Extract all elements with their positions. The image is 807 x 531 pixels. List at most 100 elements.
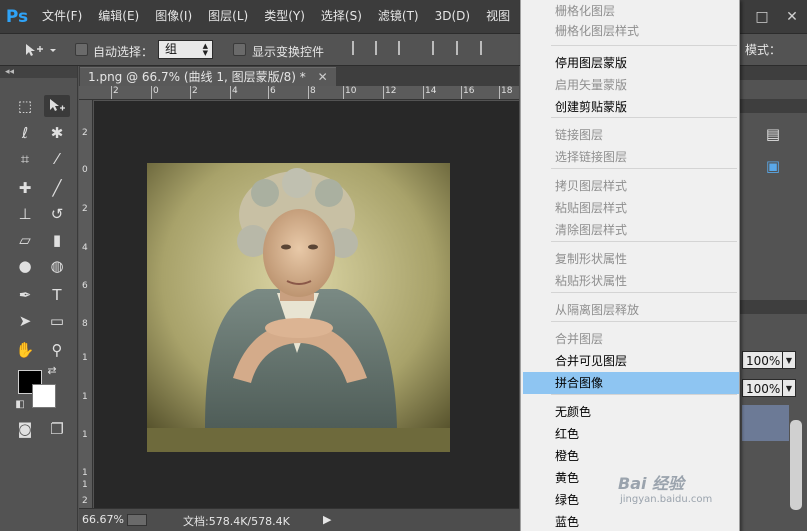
context-menu-item[interactable]: 创建剪贴蒙版 xyxy=(523,96,739,118)
document-tab[interactable]: 1.png @ 66.7% (曲线 1, 图层蒙版/8) * ✕ xyxy=(80,67,336,86)
context-menu-item[interactable]: 停用图层蒙版 xyxy=(523,52,739,74)
opacity-field[interactable]: 100% xyxy=(742,351,784,369)
auto-select-value: 组 xyxy=(165,42,178,56)
align-top-icon[interactable] xyxy=(352,41,366,55)
clone-stamp-tool-icon[interactable]: ⊥ xyxy=(12,203,38,225)
align-vcenter-icon[interactable] xyxy=(375,41,389,55)
panel-header-top xyxy=(738,66,807,80)
context-menu-item[interactable]: 橙色 xyxy=(523,445,739,467)
menu-separator xyxy=(551,168,737,169)
context-menu-item[interactable]: 合并可见图层 xyxy=(523,350,739,372)
blur-tool-icon[interactable]: ● xyxy=(12,255,38,277)
quick-mask-icon[interactable]: ◙ xyxy=(12,418,38,440)
selected-layer-row[interactable] xyxy=(742,405,789,441)
move-tool-preset-icon[interactable] xyxy=(22,41,58,59)
align-bottom-icon[interactable] xyxy=(398,41,412,55)
eraser-tool-icon[interactable]: ▱ xyxy=(12,229,38,251)
align-left-icon[interactable] xyxy=(432,41,446,55)
close-tab-icon[interactable]: ✕ xyxy=(318,70,328,84)
ruler-left-label: 2 xyxy=(82,128,88,138)
type-tool-icon[interactable]: T xyxy=(44,284,70,306)
eyedropper-tool-icon[interactable]: ⁄ xyxy=(44,148,70,170)
brush-tool-icon[interactable]: ╱ xyxy=(44,177,70,199)
pen-tool-icon[interactable]: ✒ xyxy=(12,284,38,306)
ruler-left-label: 2 xyxy=(82,496,88,506)
context-menu-item: 粘贴形状属性 xyxy=(555,274,628,288)
menu-file[interactable]: 文件(F) xyxy=(34,0,90,33)
menu-separator xyxy=(551,241,737,242)
ruler-tick xyxy=(111,86,112,99)
photoshop-window: Ps 文件(F) 编辑(E) 图像(I) 图层(L) 类型(Y) 选择(S) 滤… xyxy=(0,0,807,531)
align-right-icon[interactable] xyxy=(480,41,494,55)
context-menu-item: 启用矢量蒙版 xyxy=(555,78,628,92)
ruler-tick xyxy=(423,86,424,99)
opacity-dropdown-icon[interactable]: ▼ xyxy=(782,351,796,369)
shape-tool-icon[interactable]: ▭ xyxy=(44,310,70,332)
background-color-swatch[interactable] xyxy=(32,384,56,408)
default-colors-icon[interactable]: ◧ xyxy=(12,397,28,411)
adjustment-preset-2-icon[interactable]: ▣ xyxy=(760,155,786,177)
ruler-top-label: 16 xyxy=(463,86,475,96)
baidu-watermark: Bai 经验 xyxy=(618,474,685,493)
menu-view[interactable]: 视图 xyxy=(478,0,518,33)
status-menu-arrow-icon[interactable]: ▶ xyxy=(323,513,331,526)
ruler-left-label: 1 xyxy=(82,353,88,363)
show-transform-checkbox[interactable] xyxy=(233,43,246,56)
ruler-left-label: 6 xyxy=(82,281,88,291)
menu-separator xyxy=(551,45,737,46)
adjustment-preset-icon[interactable]: ▤ xyxy=(760,123,786,145)
menu-type[interactable]: 类型(Y) xyxy=(256,0,313,33)
auto-select-checkbox[interactable] xyxy=(75,43,88,56)
context-menu-item: 粘贴图层样式 xyxy=(555,201,628,215)
path-selection-tool-icon[interactable]: ➤ xyxy=(12,310,38,332)
dodge-tool-icon[interactable]: ◍ xyxy=(44,255,70,277)
maximize-button[interactable]: □ xyxy=(747,0,777,33)
ruler-top-label: 8 xyxy=(310,86,316,96)
ruler-left-label: 4 xyxy=(82,243,88,253)
menu-3d[interactable]: 3D(D) xyxy=(427,0,478,33)
screen-mode-icon[interactable]: ❐ xyxy=(44,418,70,440)
marquee-tool-icon[interactable]: ⬚ xyxy=(12,95,38,117)
menu-select[interactable]: 选择(S) xyxy=(313,0,370,33)
ruler-tick xyxy=(230,86,231,99)
move-tool-icon[interactable] xyxy=(44,95,70,117)
show-transform-label: 显示变换控件 xyxy=(252,45,325,59)
layers-scrollbar[interactable] xyxy=(790,420,802,510)
context-menu-item[interactable]: 拼合图像 xyxy=(523,372,739,394)
crop-tool-icon[interactable]: ⌗ xyxy=(12,148,38,170)
context-menu-item[interactable]: 红色 xyxy=(523,423,739,445)
ruler-vertical: 2 0 2 4 6 8 1 1 1 1 1 2 xyxy=(79,100,93,508)
menu-filter[interactable]: 滤镜(T) xyxy=(370,0,427,33)
hand-tool-icon[interactable]: ✋ xyxy=(12,339,38,361)
mode-label: 模式： xyxy=(745,43,782,57)
collapse-toolbar-icon[interactable]: ◂◂ xyxy=(0,66,77,78)
menu-separator xyxy=(551,292,737,293)
context-menu-item[interactable]: 蓝色 xyxy=(523,511,739,531)
menu-layer[interactable]: 图层(L) xyxy=(200,0,256,33)
context-menu-item[interactable]: 无颜色 xyxy=(523,401,739,423)
auto-select-label: 自动选择： xyxy=(93,45,154,59)
align-hcenter-icon[interactable] xyxy=(456,41,470,55)
zoom-tool-icon[interactable]: ⚲ xyxy=(44,339,70,361)
magic-wand-tool-icon[interactable]: ✱ xyxy=(44,122,70,144)
context-menu-item: 链接图层 xyxy=(555,128,604,142)
swap-colors-icon[interactable]: ⇄ xyxy=(44,363,60,377)
close-window-button[interactable]: ✕ xyxy=(777,0,807,33)
dropdown-arrows-icon: ▲ ▼ xyxy=(202,42,208,57)
fill-dropdown-icon[interactable]: ▼ xyxy=(782,379,796,397)
zoom-level[interactable]: 66.67% xyxy=(82,513,124,526)
menu-image[interactable]: 图像(I) xyxy=(147,0,200,33)
gradient-tool-icon[interactable]: ▮ xyxy=(44,229,70,251)
status-bar: 66.67% 文档:578.4K/578.4K ▶ xyxy=(79,508,519,531)
menu-edit[interactable]: 编辑(E) xyxy=(90,0,147,33)
status-preview-icon[interactable] xyxy=(127,514,147,526)
healing-brush-tool-icon[interactable]: ✚ xyxy=(12,177,38,199)
ruler-top-label: 18 xyxy=(501,86,513,96)
fill-field[interactable]: 100% xyxy=(742,379,784,397)
auto-select-dropdown[interactable]: 组 ▲ ▼ xyxy=(158,40,213,59)
lasso-tool-icon[interactable]: ℓ xyxy=(12,122,38,144)
layer-context-menu: 栅格化图层 栅格化图层样式 停用图层蒙版 启用矢量蒙版 创建剪贴蒙版 链接图层 选择链接图层… xyxy=(520,0,740,531)
ruler-top-label: 0 xyxy=(153,86,159,96)
document-photo[interactable] xyxy=(147,163,450,452)
history-brush-tool-icon[interactable]: ↺ xyxy=(44,203,70,225)
